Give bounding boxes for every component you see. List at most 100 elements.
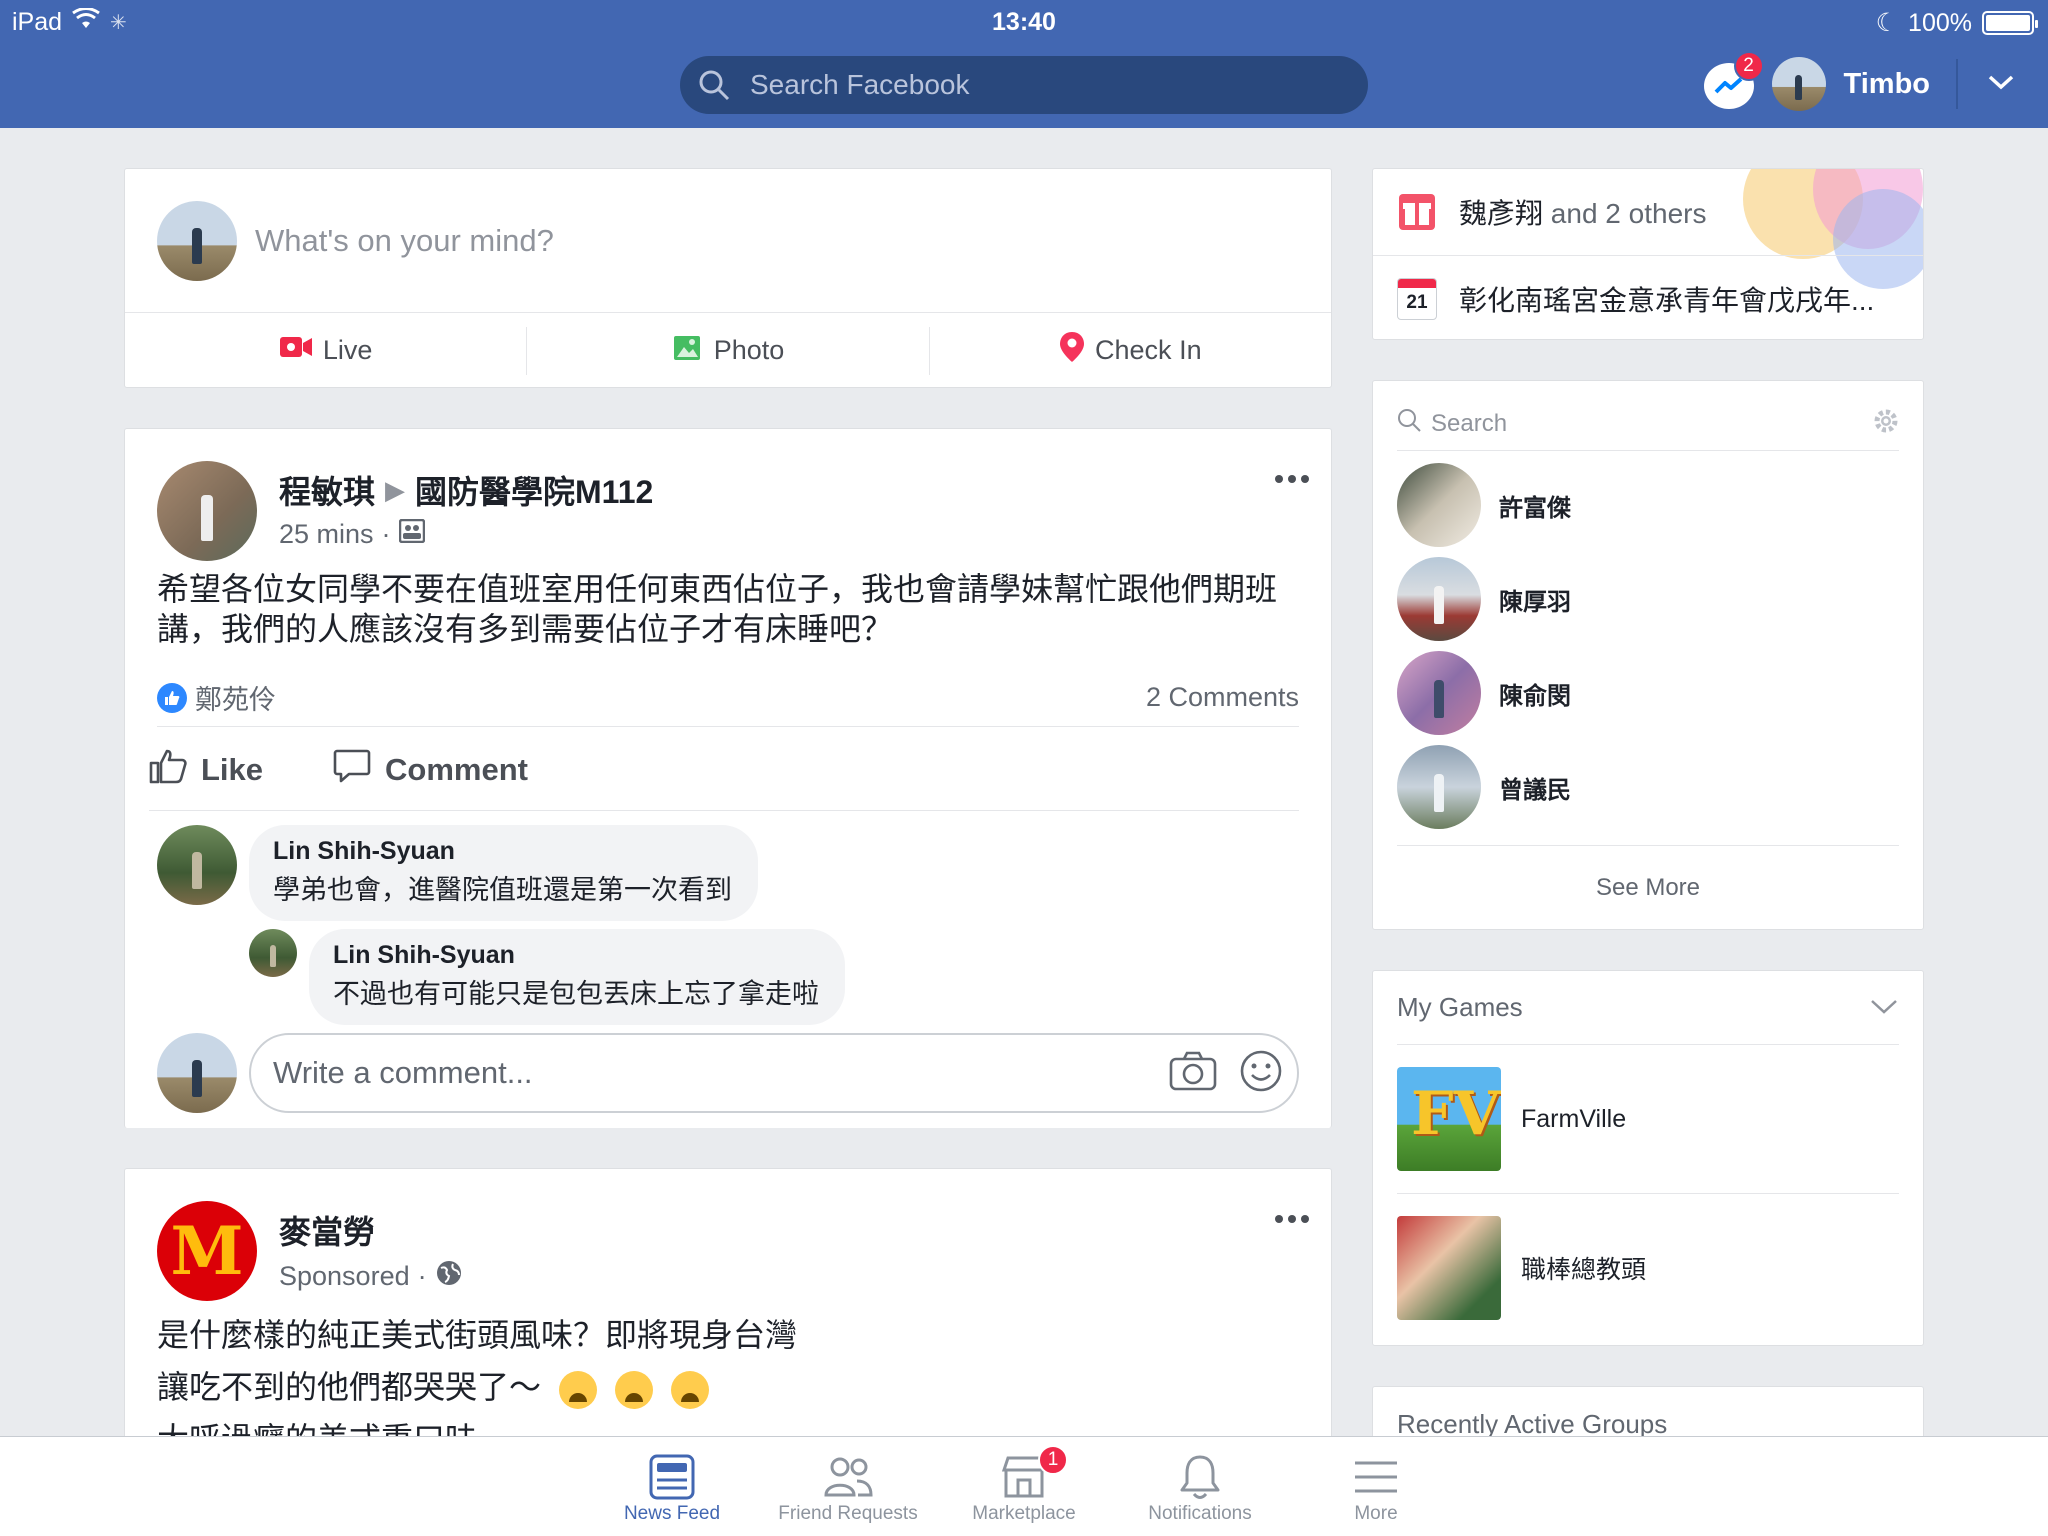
photo-label: Photo (713, 335, 785, 365)
birthday-others: and 2 others (1543, 198, 1707, 229)
comment-button[interactable]: Comment (333, 748, 528, 792)
friends-icon (823, 1451, 873, 1503)
commenter-name[interactable]: Lin Shih-Syuan (333, 941, 819, 970)
comments-count[interactable]: 2 Comments (1146, 682, 1299, 713)
gift-icon (1397, 192, 1437, 232)
top-navigation-bar: iPad ✳ 13:40 ☾ 100% Search Facebook 2 Ti… (0, 0, 2048, 128)
like-button[interactable]: Like (149, 748, 263, 792)
tab-news-feed[interactable]: News Feed (584, 1437, 760, 1536)
sponsored-label[interactable]: Sponsored (279, 1261, 410, 1292)
like-label: Like (201, 751, 264, 787)
commenter-avatar[interactable] (157, 825, 237, 905)
status-bar: iPad ✳ 13:40 ☾ 100% (0, 6, 2048, 42)
contact-avatar (1397, 463, 1481, 547)
game-item[interactable]: 職棒總教頭 (1397, 1193, 1899, 1341)
tab-label: More (1354, 1503, 1398, 1524)
tab-friend-requests[interactable]: Friend Requests (760, 1437, 936, 1536)
messenger-button[interactable]: 2 (1703, 51, 1764, 111)
event-reminder[interactable]: 21 彰化南瑤宮金意承青年會戊戌年... (1373, 255, 1923, 339)
contact-item[interactable]: 許富傑 (1397, 463, 1571, 547)
search-icon (1397, 408, 1421, 439)
contacts-card: Search 許富傑 陳厚羽 陳俞閔 曾議民 See More (1372, 380, 1924, 930)
tab-label: News Feed (623, 1503, 721, 1524)
current-user-avatar (157, 1033, 237, 1113)
post-author-name[interactable]: 麥當勞 (279, 1207, 375, 1253)
birthday-reminder[interactable]: 魏彥翔 and 2 others (1373, 169, 1923, 255)
tab-more[interactable]: More (1288, 1437, 1464, 1536)
farmville-icon: FV (1397, 1067, 1501, 1171)
tab-notifications[interactable]: Notifications (1112, 1437, 1288, 1536)
game-item[interactable]: FV FarmVille (1397, 1045, 1899, 1193)
post-line-1: 是什麼樣的純正美式街頭風味？即將現身台灣 (157, 1317, 798, 1353)
globe-icon (435, 1259, 463, 1294)
comment-bubble: Lin Shih-Syuan 不過也有可能只是包包丟床上忘了拿走啦 (309, 929, 845, 1025)
profile-name[interactable]: Timbo (1844, 68, 1930, 101)
post-author-avatar[interactable] (157, 461, 257, 561)
game-name: 職棒總教頭 (1521, 1255, 1647, 1284)
messenger-badge: 2 (1733, 51, 1764, 81)
bottom-tab-bar: News Feed Friend Requests 1 Marketplace … (0, 1436, 2048, 1536)
birthday-name: 魏彥翔 (1459, 198, 1544, 229)
contact-avatar (1397, 557, 1481, 641)
emoji-icon[interactable] (1239, 1049, 1283, 1098)
mcdonalds-logo[interactable]: M (157, 1201, 257, 1301)
post-timestamp[interactable]: 25 mins (279, 519, 374, 550)
search-input[interactable]: Search Facebook (680, 56, 1368, 114)
contacts-search-placeholder: Search (1431, 409, 1508, 437)
profile-avatar[interactable] (1771, 57, 1826, 111)
tab-marketplace[interactable]: 1 Marketplace (936, 1437, 1112, 1536)
commenter-avatar[interactable] (249, 929, 297, 977)
crying-emoji-icon (671, 1370, 710, 1409)
tab-label: Notifications (1148, 1503, 1252, 1524)
post-composer: What's on your mind? Live Photo Check In (124, 168, 1332, 388)
see-more-button[interactable]: See More (1397, 845, 1899, 929)
event-title: 彰化南瑤宮金意承青年會戊戌年... (1459, 284, 1875, 316)
contacts-search-input[interactable]: Search (1397, 397, 1899, 451)
camera-icon[interactable] (1169, 1051, 1217, 1096)
tab-label: Marketplace (972, 1503, 1076, 1524)
commenter-name[interactable]: Lin Shih-Syuan (273, 837, 732, 866)
contact-item[interactable]: 陳厚羽 (1397, 557, 1571, 641)
moon-icon: ☾ (1875, 9, 1899, 37)
contact-item[interactable]: 曾議民 (1397, 745, 1571, 829)
check-in-label: Check In (1095, 335, 1202, 365)
my-games-header[interactable]: My Games (1397, 971, 1899, 1045)
gear-icon[interactable] (1873, 408, 1899, 439)
post-body: 希望各位女同學不要在值班室用任何東西佔位子，我也會請學妹幫忙跟他們期班講，我們的… (157, 571, 1278, 647)
game-name: FarmVille (1521, 1104, 1627, 1133)
comment-bubble: Lin Shih-Syuan 學弟也會，進醫院值班還是第一次看到 (249, 825, 758, 921)
composer-input[interactable]: What's on your mind? (125, 169, 1331, 313)
live-button[interactable]: Live (125, 327, 526, 375)
reactions-summary[interactable]: 鄭苑伶 (157, 678, 276, 717)
post-line-2: 讓吃不到的他們都哭哭了～ (157, 1361, 1307, 1413)
battery-icon (1982, 11, 2038, 35)
write-comment-placeholder: Write a comment... (273, 1055, 533, 1090)
comment-text: 學弟也會，進醫院值班還是第一次看到 (273, 875, 732, 905)
tab-label: Friend Requests (778, 1503, 918, 1524)
contact-item[interactable]: 陳俞閔 (1397, 651, 1571, 735)
photo-button[interactable]: Photo (526, 326, 928, 375)
post-options-icon[interactable] (1275, 475, 1309, 483)
chevron-down-icon[interactable] (1986, 72, 2016, 97)
crying-emoji-icon (559, 1370, 598, 1409)
status-time: 13:40 (992, 8, 1056, 36)
contact-avatar (1397, 745, 1481, 829)
comment-icon (333, 748, 371, 792)
live-video-icon (279, 334, 313, 367)
write-comment-input[interactable]: Write a comment... (249, 1033, 1299, 1113)
event-day: 21 (1406, 292, 1428, 313)
contact-name: 陳俞閔 (1499, 682, 1571, 710)
bell-icon (1178, 1451, 1222, 1503)
check-in-button[interactable]: Check In (928, 326, 1331, 375)
post-author-name[interactable]: 程敏琪 (279, 467, 375, 513)
battery-percent: 100% (1908, 8, 1972, 37)
post-group-name[interactable]: 國防醫學院M112 (415, 467, 653, 513)
comment-text: 不過也有可能只是包包丟床上忘了拿走啦 (333, 979, 819, 1009)
marketplace-badge: 1 (1038, 1445, 1068, 1475)
post-options-icon[interactable] (1275, 1215, 1309, 1223)
contact-avatar (1397, 651, 1481, 735)
composer-avatar (157, 200, 237, 281)
search-placeholder: Search Facebook (750, 69, 970, 100)
location-pin-icon (1059, 331, 1085, 370)
news-feed-icon (649, 1451, 695, 1503)
